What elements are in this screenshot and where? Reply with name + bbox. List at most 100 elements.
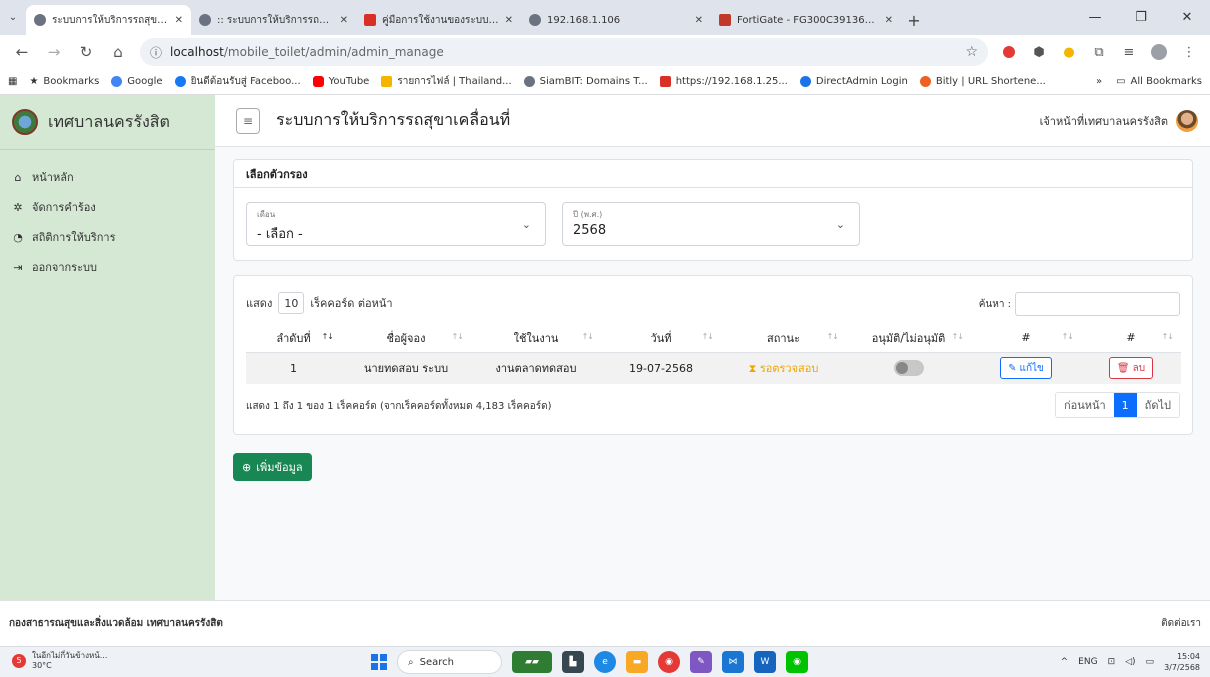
bookmark-item[interactable]: Google xyxy=(111,76,163,87)
windows-start-icon[interactable] xyxy=(371,654,387,670)
widgets-app-icon[interactable]: ▰▰ xyxy=(512,651,552,673)
edge-icon[interactable]: e xyxy=(594,651,616,673)
col-header-approval[interactable]: อนุมัติ/ไม่อนุมัติ ↑↓ xyxy=(846,324,971,353)
minimize-icon[interactable]: — xyxy=(1072,0,1118,35)
close-tab-icon[interactable]: ✕ xyxy=(505,15,513,26)
search-input[interactable] xyxy=(1015,292,1180,316)
bookmark-label: https://192.168.1.25... xyxy=(675,76,788,87)
col-header-label: # xyxy=(1021,331,1031,345)
col-header-delete[interactable]: # ↑↓ xyxy=(1081,324,1181,353)
contact-link[interactable]: ติดต่อเรา xyxy=(1161,616,1201,631)
word-icon[interactable]: W xyxy=(754,651,776,673)
prev-page-button[interactable]: ก่อนหน้า xyxy=(1055,393,1114,417)
year-select[interactable]: ปี (พ.ศ.) 2568 ⌄ xyxy=(562,202,860,246)
browser-tab-active[interactable]: ระบบการให้บริการรถสุขาเคลื่อนที่ กอ ✕ xyxy=(26,5,191,35)
page-1-button[interactable]: 1 xyxy=(1113,393,1137,417)
weather-widget[interactable]: 5 ในอีกไม่กี่วันข้างหน้... 30°C xyxy=(12,651,107,671)
new-tab-button[interactable]: + xyxy=(901,5,927,35)
bookmark-item[interactable]: SiamBIT: Domains T... xyxy=(523,76,648,87)
browser-tab[interactable]: :: ระบบการให้บริการรถสุขาเคลื่อนที่ :: ✕ xyxy=(191,5,356,35)
clock[interactable]: 15:04 3/7/2568 xyxy=(1164,651,1200,673)
delete-button[interactable]: 🗑 ลบ xyxy=(1108,357,1154,380)
next-page-button[interactable]: ถัดไป xyxy=(1136,393,1179,417)
reading-list-icon[interactable]: ≡ xyxy=(1116,39,1142,65)
task-view-icon[interactable]: ▙ xyxy=(562,651,584,673)
menu-toggle-button[interactable]: ≡ xyxy=(236,107,260,134)
close-tab-icon[interactable]: ✕ xyxy=(340,15,348,26)
bookmark-item[interactable]: Bitly | URL Shortene... xyxy=(919,76,1046,87)
tray-overflow-icon[interactable]: ^ xyxy=(1061,657,1069,667)
close-tab-icon[interactable]: ✕ xyxy=(175,15,183,26)
col-header-date[interactable]: วันที่ ↑↓ xyxy=(601,324,721,353)
browser-tab[interactable]: คู่มือการใช้งานของระบบfinal-1.pdf ✕ xyxy=(356,5,521,35)
close-tab-icon[interactable]: ✕ xyxy=(885,15,893,26)
footer-text: กองสาธารณสุขและสิ่งแวดล้อม เทศบาลนครรังส… xyxy=(9,618,223,629)
extension-record-icon[interactable] xyxy=(996,39,1022,65)
sidebar-item-label: ออกจากระบบ xyxy=(32,261,97,274)
user-name: เจ้าหน้าที่เทศบาลนครรังสิต xyxy=(1039,114,1168,128)
col-header-edit[interactable]: # ↑↓ xyxy=(971,324,1081,353)
close-tab-icon[interactable]: ✕ xyxy=(695,15,703,26)
extension-icon[interactable]: ⬢ xyxy=(1026,39,1052,65)
bookmark-item[interactable]: รายการไฟล์ | Thailand... xyxy=(381,74,512,89)
month-label: เดือน xyxy=(257,210,276,219)
window-controls: — ❐ ✕ xyxy=(1072,0,1210,35)
apps-grid-icon[interactable]: ▦ xyxy=(8,76,17,87)
bookmark-item[interactable]: ยินดีต้อนรับสู่ Faceboo... xyxy=(174,74,301,89)
bookmark-item[interactable]: DirectAdmin Login xyxy=(799,76,908,87)
forward-icon[interactable]: → xyxy=(40,38,68,66)
tab-list-chevron-icon[interactable]: ⌄ xyxy=(0,0,26,35)
approval-toggle[interactable] xyxy=(893,360,924,377)
home-button-icon[interactable]: ⌂ xyxy=(104,38,132,66)
notepad-app-icon[interactable]: ✎ xyxy=(690,651,712,673)
add-data-button[interactable]: ⊕ เพิ่มข้อมูล xyxy=(233,453,312,481)
col-header-event[interactable]: ใช้ในงาน ↑↓ xyxy=(471,324,601,353)
all-bookmarks-button[interactable]: ▭ All Bookmarks xyxy=(1116,76,1202,87)
bookmark-star-icon[interactable]: ☆ xyxy=(965,44,978,60)
sidebar-item-manage-requests[interactable]: ✲ จัดการคำร้อง xyxy=(0,192,215,222)
extension-bulb-icon[interactable]: ● xyxy=(1056,39,1082,65)
taskbar-search[interactable]: ⌕ Search xyxy=(397,650,502,674)
edit-icon: ✎ xyxy=(1008,362,1017,374)
month-select[interactable]: เดือน - เลือก - ⌄ xyxy=(246,202,546,246)
col-header-name[interactable]: ชื่อผู้จอง ↑↓ xyxy=(341,324,471,353)
col-header-no[interactable]: ลำดับที่ ↑↓ xyxy=(246,324,341,353)
user-menu[interactable]: เจ้าหน้าที่เทศบาลนครรังสิต xyxy=(1039,109,1198,132)
sort-icon: ↑↓ xyxy=(1061,332,1074,341)
sidebar-item-home[interactable]: ⌂ หน้าหลัก xyxy=(0,162,215,192)
bookmark-item[interactable]: YouTube xyxy=(312,76,369,87)
bookmarks-overflow-button[interactable]: » xyxy=(1096,76,1102,87)
profile-icon[interactable] xyxy=(1146,39,1172,65)
restore-icon[interactable]: ❐ xyxy=(1118,0,1164,35)
bookmark-item[interactable]: https://192.168.1.25... xyxy=(659,76,788,87)
close-window-icon[interactable]: ✕ xyxy=(1164,0,1210,35)
browser-tab[interactable]: 192.168.1.106 ✕ xyxy=(521,5,711,35)
sidebar-item-statistics[interactable]: ◔ สถิติการให้บริการ xyxy=(0,222,215,252)
file-explorer-icon[interactable]: ▬ xyxy=(626,651,648,673)
bookmark-item[interactable]: ★ Bookmarks xyxy=(29,76,99,87)
menu-kebab-icon[interactable]: ⋮ xyxy=(1176,39,1202,65)
table-row: 1 นายทดสอบ ระบบ งานตลาดทดสอบ 19-07-2568 … xyxy=(246,352,1181,384)
length-prefix: แสดง xyxy=(246,297,273,310)
battery-icon[interactable]: ▭ xyxy=(1146,657,1155,667)
edit-button[interactable]: ✎ แก้ไข xyxy=(1000,357,1052,380)
language-indicator[interactable]: ENG xyxy=(1078,657,1097,667)
line-icon[interactable]: ◉ xyxy=(786,651,808,673)
sidebar-brand[interactable]: เทศบาลนครรังสิต xyxy=(0,95,215,150)
col-header-status[interactable]: สถานะ ↑↓ xyxy=(721,324,846,353)
extensions-puzzle-icon[interactable]: ⧉ xyxy=(1086,39,1112,65)
vscode-icon[interactable]: ⋈ xyxy=(722,651,744,673)
weather-alert-icon: 5 xyxy=(12,654,26,668)
network-icon[interactable]: ⊡ xyxy=(1108,657,1116,667)
bookmark-label: รายการไฟล์ | Thailand... xyxy=(397,76,512,87)
site-info-icon[interactable]: ⓘ xyxy=(150,44,162,61)
volume-icon[interactable]: ◁) xyxy=(1125,657,1135,667)
sidebar-item-logout[interactable]: ⇥ ออกจากระบบ xyxy=(0,252,215,282)
browser-tab[interactable]: FortiGate - FG300C3913604473 ✕ xyxy=(711,5,901,35)
page-length-select[interactable]: 10 xyxy=(278,292,305,314)
reload-icon[interactable]: ↻ xyxy=(72,38,100,66)
url-input[interactable]: ⓘ localhost/mobile_toilet/admin/admin_ma… xyxy=(140,38,988,66)
chrome-icon[interactable]: ◉ xyxy=(658,651,680,673)
back-icon[interactable]: ← xyxy=(8,38,36,66)
page-footer: กองสาธารณสุขและสิ่งแวดล้อม เทศบาลนครรังส… xyxy=(0,600,1210,646)
